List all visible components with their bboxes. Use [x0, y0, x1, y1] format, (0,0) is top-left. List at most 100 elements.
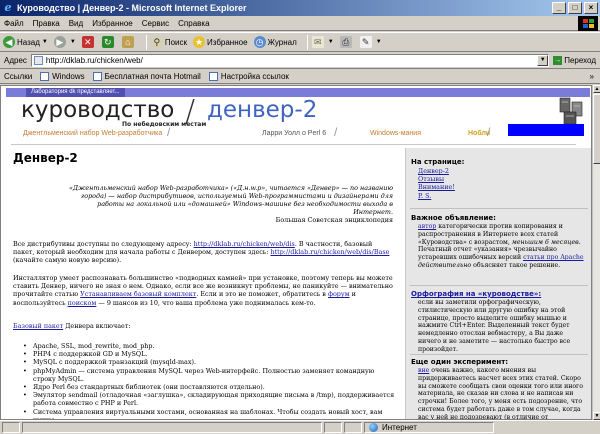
refresh-button[interactable]: ↻ — [101, 36, 116, 48]
minimize-button[interactable]: _ — [552, 2, 566, 14]
link-page-icon — [208, 72, 218, 81]
home-icon: ⌂ — [121, 36, 134, 48]
toc-link-denver[interactable]: Денвер-2 — [418, 167, 449, 175]
address-dropdown-button[interactable]: ▼ — [537, 55, 549, 66]
history-icon: ◷ — [253, 36, 266, 48]
search-button[interactable]: ⚲ Поиск — [150, 36, 187, 48]
link-base-package[interactable]: Базовый пакет — [13, 322, 63, 330]
logo-denver: денвер-2 — [207, 97, 318, 123]
maximize-button[interactable]: □ — [568, 2, 582, 14]
nav-divider: / — [167, 125, 171, 139]
page-content: Лаборатория dk представляет... куроводст… — [0, 85, 592, 420]
list-item: Apache, SSL, mod_rewrite, mod_php. — [23, 342, 395, 350]
link-apache-article[interactable]: статьи про Apache — [523, 254, 583, 261]
nav-divider: / — [487, 125, 491, 139]
status-cell — [344, 422, 362, 433]
stop-button[interactable]: ✕ — [81, 36, 96, 48]
sidebar-toc-title: На странице: — [411, 158, 465, 166]
menu-view[interactable]: Вид — [69, 19, 83, 28]
link-install-article[interactable]: Устанавливаем базовый комплект — [80, 290, 196, 298]
status-message — [22, 422, 322, 433]
nav-item-dnwr[interactable]: Джентльменский набор Web-разработчика — [23, 126, 162, 142]
scrollbar-thumb[interactable] — [593, 94, 600, 164]
link-hotmail[interactable]: Бесплатная почта Hotmail — [92, 72, 201, 81]
browser-window: e Куроводство | Денвер-2 - Microsoft Int… — [0, 0, 600, 434]
print-icon: ⎙ — [339, 36, 352, 48]
sidebar-spelling: Орфография на «куроводстве»: если вы зам… — [406, 290, 591, 354]
menu-help[interactable]: Справка — [178, 19, 209, 28]
toolbar: ◀ Назад ▼ ▶ ▼ ✕ ↻ ⌂ ⚲ Поиск ★ Избранное ◷ … — [0, 32, 600, 52]
page-title: Денвер-2 — [13, 151, 78, 165]
nav-rule — [11, 144, 576, 145]
nav-item-windows[interactable]: Windows-мания — [370, 126, 421, 142]
logo-kurovodstvo: куроводство — [21, 97, 175, 123]
print-button[interactable]: ⎙ — [339, 36, 354, 48]
sidebar-divider — [410, 354, 588, 355]
link-dis-base[interactable]: http://dklab.ru/chicken/web/dis/Base — [270, 248, 389, 256]
globe-icon — [369, 423, 378, 432]
go-button[interactable]: → Переход — [553, 56, 596, 65]
links-chevron-icon[interactable]: » — [590, 72, 594, 81]
menu-favorites[interactable]: Избранное — [92, 19, 133, 28]
favorites-button[interactable]: ★ Избранное — [193, 36, 248, 48]
window-title: Куроводство | Денвер-2 - Microsoft Inter… — [17, 3, 247, 13]
link-customize[interactable]: Настройка ссылок — [208, 72, 289, 81]
chevron-down-icon: ▼ — [375, 39, 382, 45]
link-author[interactable]: автор — [418, 223, 436, 230]
main-column: Денвер-2 «Джентльменский набор Web-разра… — [1, 146, 401, 419]
blue-banner[interactable] — [508, 124, 584, 136]
back-button[interactable]: ◀ Назад ▼ — [3, 36, 48, 48]
sidebar-notice: Важное объявление: автор категорически п… — [406, 214, 591, 270]
link-search[interactable]: поиском — [68, 299, 97, 307]
link-vne[interactable]: вне — [418, 367, 429, 374]
back-arrow-icon: ◀ — [3, 36, 15, 48]
epigraph: «Джентльменский набор Web-разработчика» … — [59, 184, 393, 224]
link-page-icon — [92, 72, 102, 81]
ie-icon: e — [4, 1, 12, 14]
address-input[interactable]: http://dklab.ru/chicken/web/ ▼ — [30, 54, 550, 67]
sidebar: На странице: Денвер-2 Отзывы Внимание! P… — [405, 148, 591, 419]
home-button[interactable]: ⌂ — [121, 36, 136, 48]
address-bar: Адрес http://dklab.ru/chicken/web/ ▼ → П… — [0, 53, 600, 69]
toc-link-ps[interactable]: P. S. — [418, 192, 431, 200]
vertical-scrollbar[interactable]: ▲ ▼ — [592, 85, 600, 420]
menu-edit[interactable]: Правка — [33, 19, 60, 28]
link-dis[interactable]: http://dklab.ru/chicken/web/dis — [194, 240, 295, 248]
list-item: phpMyAdmin — система управления MySQL че… — [23, 367, 395, 383]
search-icon: ⚲ — [150, 36, 163, 48]
edit-button[interactable]: ✎ ▼ — [359, 36, 382, 48]
status-zone: Интернет — [364, 422, 494, 433]
list-item: MySQL с поддержкой транзакций (mysqld-ma… — [23, 358, 395, 366]
forward-arrow-icon: ▶ — [53, 36, 66, 48]
link-windows[interactable]: Windows — [40, 72, 85, 81]
go-arrow-icon: → — [553, 56, 563, 65]
page-icon — [33, 56, 43, 65]
scroll-down-button[interactable]: ▼ — [593, 412, 600, 420]
links-label: Ссылки — [4, 72, 33, 81]
toc-link-reviews[interactable]: Отзывы — [418, 175, 444, 183]
site-top-strip: Лаборатория dk представляет... — [6, 88, 590, 97]
scroll-up-button[interactable]: ▲ — [593, 85, 600, 93]
status-cell — [324, 422, 342, 433]
nav-item-larry-wall[interactable]: Ларри Уолл о Perl 6 — [262, 126, 326, 142]
spelling-text: если вы заметили орфографическую, стилис… — [418, 299, 571, 353]
history-button[interactable]: ◷ Журнал — [253, 36, 297, 48]
package-list: Apache, SSL, mod_rewrite, mod_php. PHP4 … — [23, 342, 395, 419]
sidebar-divider — [410, 285, 588, 286]
forward-button[interactable]: ▶ ▼ — [53, 36, 76, 48]
chevron-down-icon: ▼ — [327, 39, 334, 45]
mail-icon: ✉ — [311, 36, 324, 48]
menu-tools[interactable]: Сервис — [142, 19, 169, 28]
menu-bar: Файл Правка Вид Избранное Сервис Справка — [0, 16, 600, 31]
mail-button[interactable]: ✉ ▼ — [311, 36, 334, 48]
close-button[interactable]: × — [584, 2, 598, 14]
site-nav: Джентльменский набор Web-разработчика / … — [1, 125, 591, 146]
sidebar-divider — [410, 208, 588, 209]
paragraph-base-package: Базовый пакет Денвера включает: — [13, 322, 131, 330]
lab-label: Лаборатория dk представляет... — [26, 88, 125, 97]
address-label: Адрес — [4, 56, 27, 65]
link-forum[interactable]: форум — [328, 290, 350, 298]
toc-link-attention[interactable]: Внимание! — [418, 183, 455, 191]
spelling-title[interactable]: Орфография на «куроводстве»: — [411, 290, 591, 298]
menu-file[interactable]: Файл — [4, 19, 24, 28]
